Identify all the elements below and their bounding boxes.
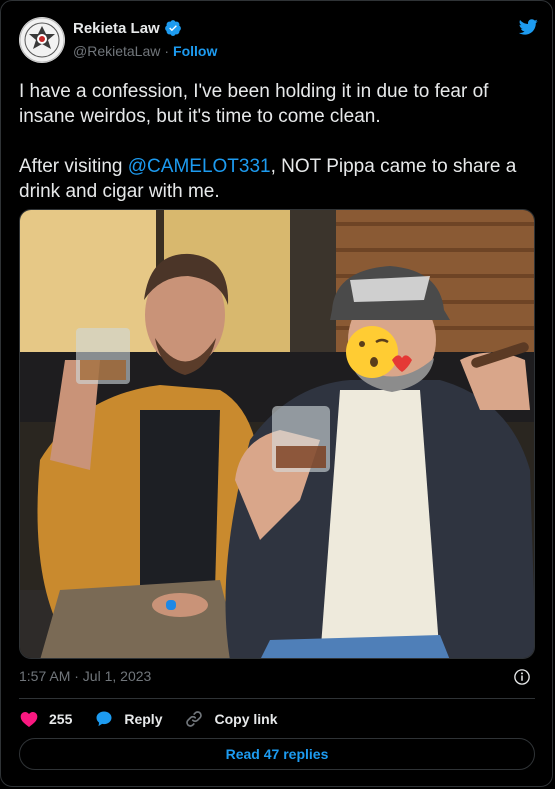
avatar[interactable] [19, 17, 65, 63]
tweet-text: I have a confession, I've been holding i… [19, 79, 535, 204]
link-icon [186, 711, 203, 727]
law-seal-logo [19, 17, 65, 63]
mention-link[interactable]: @CAMELOT331 [128, 156, 271, 177]
verified-badge-icon [164, 20, 181, 36]
heart-icon [20, 712, 38, 727]
tweet-header: Rekieta Law @RekietaLaw · Follow [19, 15, 539, 65]
like-count: 255 [49, 711, 73, 727]
copy-link-label: Copy link [214, 711, 278, 727]
photo-image [20, 210, 534, 658]
action-bar: 255 Reply Copy link [19, 707, 535, 731]
info-icon[interactable] [513, 668, 531, 686]
reply-bubble-icon [96, 711, 112, 727]
follow-button[interactable]: Follow [173, 43, 217, 59]
tweet-text-line1: I have a confession, I've been holding i… [19, 81, 494, 127]
tweet-meta: 1:57 AM · Jul 1, 2023 [19, 668, 535, 688]
reply-label: Reply [124, 711, 163, 727]
tweet-text-before-mention: After visiting [19, 156, 128, 177]
tweet-photo[interactable] [19, 209, 535, 659]
timestamp[interactable]: 1:57 AM · Jul 1, 2023 [19, 668, 151, 684]
author-handle[interactable]: @RekietaLaw [73, 43, 160, 59]
separator-dot: · [164, 43, 170, 59]
tweet-card: Rekieta Law @RekietaLaw · Follow I have … [0, 0, 553, 787]
twitter-bird-icon[interactable] [517, 17, 539, 37]
author-name[interactable]: Rekieta Law [73, 20, 160, 37]
read-replies-label: Read 47 replies [225, 746, 329, 762]
like-button[interactable]: 255 [19, 709, 72, 729]
divider [19, 698, 535, 699]
reply-button[interactable]: Reply [94, 709, 162, 729]
copy-link-button[interactable]: Copy link [184, 709, 278, 729]
read-replies-button[interactable]: Read 47 replies [19, 738, 535, 770]
